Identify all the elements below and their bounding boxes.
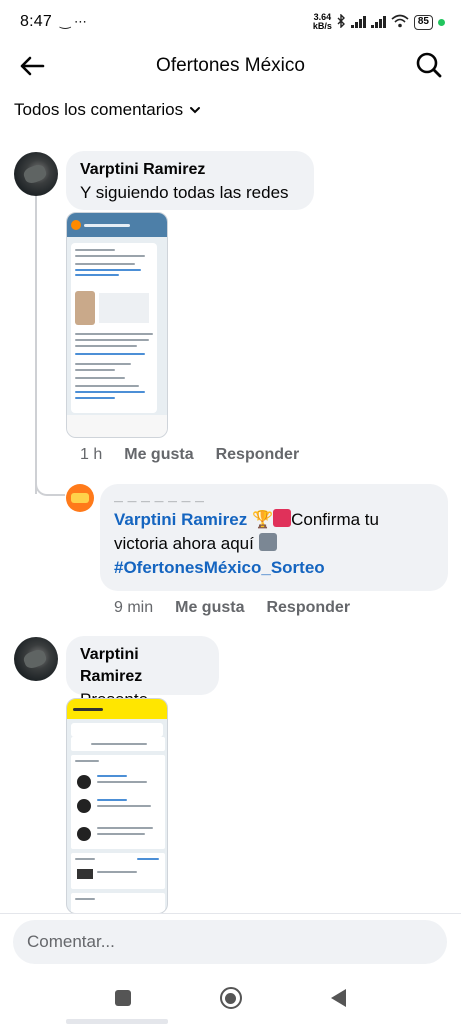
comment-author[interactable]: Varptini Ramirez <box>80 159 300 181</box>
status-right-icons: 3.64 kB/s 85 <box>313 13 445 31</box>
comment-image-attachment[interactable] <box>66 212 168 438</box>
thread-line <box>35 196 37 494</box>
down-arrow-icon <box>258 533 277 551</box>
hashtag-link[interactable]: #OfertonesMéxico_Sorteo <box>114 558 325 577</box>
battery-icon: 85 <box>413 14 433 30</box>
system-back-button[interactable] <box>331 989 347 1007</box>
reply-body: Varptini Ramirez 🏆 Confirma tu victoria a… <box>114 508 434 580</box>
like-button[interactable]: Me gusta <box>124 446 193 464</box>
page-avatar[interactable] <box>66 484 94 512</box>
comment-actions: 1 h Me gusta Responder <box>80 446 299 464</box>
avatar[interactable] <box>14 152 58 196</box>
net-speed: 3.64 kB/s <box>313 13 332 31</box>
recent-apps-button[interactable] <box>114 990 131 1006</box>
image-post-card <box>71 243 157 413</box>
status-time: 8:47 <box>20 13 52 30</box>
comment-image-attachment[interactable] <box>66 698 168 914</box>
system-navbar <box>0 972 461 1024</box>
composer-divider <box>0 913 461 914</box>
thread-connector <box>35 484 65 496</box>
scroll-indicator <box>66 1019 168 1024</box>
comment-bubble[interactable]: Varptini Ramirez Presente <box>66 636 219 709</box>
search-button[interactable] <box>413 49 445 81</box>
chevron-down-icon <box>190 107 201 114</box>
comment-time[interactable]: 1 h <box>80 446 102 464</box>
home-button[interactable] <box>219 987 242 1009</box>
trophy-icon: 🏆 <box>251 510 274 529</box>
status-bar: 8:47 ‿ ⋯ 3.64 kB/s 85 <box>0 0 461 44</box>
avatar[interactable] <box>14 637 58 681</box>
comment-bubble[interactable]: Varptini Ramirez Y siguiendo todas las r… <box>66 151 314 210</box>
wifi-icon <box>391 14 409 31</box>
image-search-bar <box>71 723 163 737</box>
comment-filter-dropdown[interactable]: Todos los comentarios <box>14 100 201 120</box>
comment-text: Y siguiendo todas las redes <box>80 183 289 202</box>
privacy-dot-icon <box>438 18 445 26</box>
image-header-bar <box>67 213 167 237</box>
reply-actions: 9 min Me gusta Responder <box>114 599 350 617</box>
ticket-icon <box>273 509 292 527</box>
page-title: Ofertones México <box>156 55 305 76</box>
bluetooth-icon <box>337 12 346 31</box>
reply-bubble[interactable]: — — — — — — — Varptini Ramirez 🏆 Confirma… <box>100 484 448 591</box>
reply-time[interactable]: 9 min <box>114 599 153 617</box>
reply-dashes: — — — — — — — <box>114 496 206 506</box>
signal-icon-1 <box>350 16 366 28</box>
arrow-left-icon <box>20 56 45 76</box>
reply-button[interactable]: Responder <box>266 599 350 617</box>
app-header: Ofertones México <box>0 44 461 88</box>
back-button[interactable] <box>16 50 48 82</box>
reply-button[interactable]: Responder <box>216 446 300 464</box>
filter-label: Todos los comentarios <box>14 100 184 119</box>
signal-icon-2 <box>370 16 386 28</box>
comment-input[interactable]: Comentar... <box>13 920 447 964</box>
search-icon <box>416 52 442 78</box>
mention-link[interactable]: Varptini Ramirez <box>114 510 247 529</box>
like-button[interactable]: Me gusta <box>175 599 244 617</box>
net-speed-unit: kB/s <box>312 21 332 31</box>
notification-icons: ‿ ⋯ <box>59 14 88 29</box>
comment-author[interactable]: Varptini Ramirez <box>80 644 205 688</box>
image-header-bar <box>67 699 167 719</box>
image-nav-bar <box>67 415 167 437</box>
